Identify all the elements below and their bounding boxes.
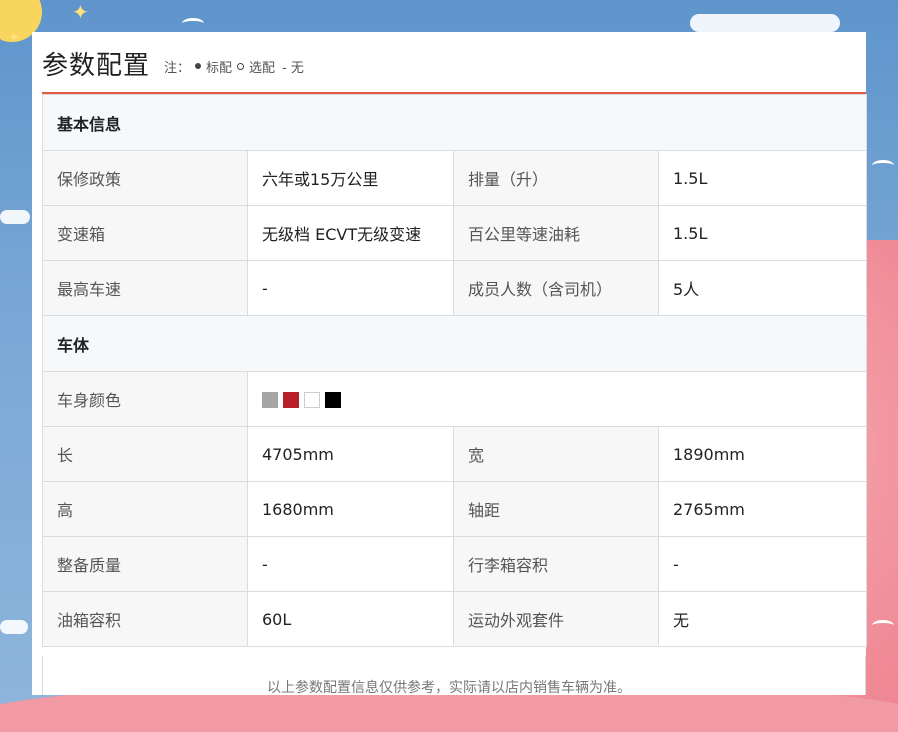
spec-value: 六年或15万公里 — [247, 150, 454, 206]
table-row: 保修政策 六年或15万公里 排量（升） 1.5L — [42, 150, 868, 206]
spec-label: 排量（升） — [453, 150, 659, 206]
bird-icon — [872, 160, 894, 171]
legend-note: 注： 标配 选配 - 无 — [164, 57, 304, 76]
spec-value: 4705mm — [247, 426, 454, 482]
color-swatch[interactable] — [304, 392, 320, 408]
table-row: 高 1680mm 轴距 2765mm — [42, 481, 868, 537]
bird-icon — [182, 18, 204, 29]
spec-panel: 参数配置 注： 标配 选配 - 无 基本信息 保修政策 六年或15万公里 排量（… — [32, 32, 868, 696]
spec-table: 基本信息 保修政策 六年或15万公里 排量（升） 1.5L 变速箱 无级档 EC… — [41, 94, 868, 647]
color-swatches — [246, 371, 868, 427]
page-title: 参数配置 — [42, 50, 151, 81]
section-title: 基本信息 — [41, 94, 868, 151]
spec-label: 百公里等速油耗 — [453, 205, 659, 261]
color-swatch[interactable] — [283, 392, 299, 408]
standard-dot-icon — [195, 63, 202, 69]
disclaimer-text: 以上参数配置信息仅供参考，实际请以店内销售车辆为准。 — [267, 680, 631, 696]
cloud-shape — [690, 14, 840, 32]
table-row: 变速箱 无级档 ECVT无级变速 百公里等速油耗 1.5L — [42, 205, 868, 261]
spec-value: - — [247, 260, 454, 316]
spec-value: - — [657, 536, 868, 592]
cloud-shape — [0, 210, 30, 224]
spec-label: 高 — [42, 481, 248, 537]
spec-label: 油箱容积 — [42, 591, 248, 647]
section-header-basic: 基本信息 — [41, 94, 868, 151]
optional-dot-icon — [237, 62, 245, 70]
spec-label: 最高车速 — [42, 260, 248, 316]
spec-value: 1680mm — [247, 481, 454, 537]
table-row: 油箱容积 60L 运动外观套件 无 — [42, 591, 868, 647]
spec-label: 车身颜色 — [42, 371, 248, 427]
table-row: 车身颜色 — [42, 371, 868, 427]
spec-label: 保修政策 — [42, 150, 248, 206]
color-swatch[interactable] — [325, 392, 341, 408]
spec-value: 无级档 ECVT无级变速 — [247, 205, 454, 261]
legend-standard: 标配 — [206, 60, 233, 76]
color-swatch[interactable] — [262, 392, 278, 408]
spec-value: 2765mm — [657, 481, 868, 537]
spec-label: 长 — [42, 426, 248, 482]
spec-label: 宽 — [453, 426, 659, 482]
legend-prefix: 注： — [164, 60, 191, 76]
star-icon: ✦ — [72, 0, 89, 24]
spec-value: 1.5L — [657, 205, 868, 261]
spec-label: 成员人数（含司机） — [453, 260, 659, 316]
spec-label: 运动外观套件 — [453, 591, 659, 647]
star-icon: ✦ — [8, 30, 20, 46]
cloud-shape — [0, 620, 28, 634]
section-header-body: 车体 — [41, 315, 868, 372]
table-row: 整备质量 - 行李箱容积 - — [42, 536, 868, 592]
spec-label: 轴距 — [453, 481, 659, 537]
spec-value: - — [247, 536, 454, 592]
legend-optional: 选配 — [249, 60, 276, 76]
table-row: 最高车速 - 成员人数（含司机） 5人 — [42, 260, 868, 316]
panel-header: 参数配置 注： 标配 选配 - 无 — [42, 32, 866, 94]
spec-value: 1.5L — [657, 150, 868, 206]
table-row: 长 4705mm 宽 1890mm — [42, 426, 868, 482]
spec-value: 5人 — [657, 260, 868, 316]
spec-value: 60L — [247, 591, 454, 647]
legend-none: - 无 — [282, 60, 304, 76]
spec-label: 整备质量 — [42, 536, 248, 592]
spec-label: 变速箱 — [42, 205, 248, 261]
bird-icon — [872, 620, 894, 631]
section-title: 车体 — [41, 315, 868, 372]
spec-value: 无 — [657, 591, 868, 647]
spec-label: 行李箱容积 — [453, 536, 659, 592]
spec-value: 1890mm — [657, 426, 868, 482]
